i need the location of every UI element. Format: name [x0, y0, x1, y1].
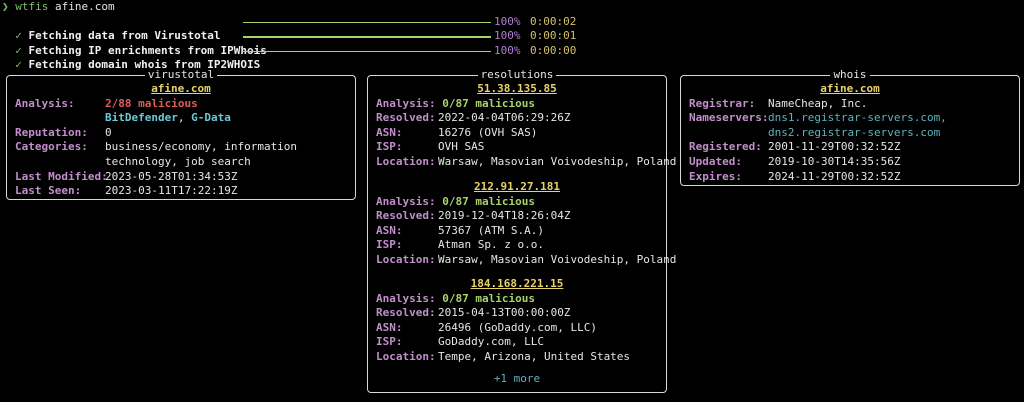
- updated-key: Updated:: [689, 155, 742, 168]
- progress-row-virustotal: ✓ Fetching data from Virustotal 100% 0:0…: [2, 14, 602, 43]
- registrar-key: Registrar:: [689, 96, 756, 110]
- resolved-key: Resolved:: [376, 209, 436, 223]
- asn-value: 57367 (ATM S.A.): [438, 223, 544, 237]
- location-key: Location:: [376, 350, 436, 363]
- updated-value: 2019-10-30T14:35:56Z: [768, 155, 901, 168]
- last-modified-value: 2023-05-28T01:34:53Z: [105, 169, 238, 183]
- progress-bar: [243, 21, 491, 24]
- categories-line: technology, job search: [105, 155, 251, 168]
- isp-value: OVH SAS: [438, 140, 485, 154]
- categories-line: business/economy, information: [105, 140, 298, 154]
- prompt-arrow-icon: ❯: [2, 0, 9, 13]
- progress-percent: 100%: [494, 29, 521, 43]
- progress-bar: [243, 36, 491, 38]
- nameservers-key: Nameservers:: [689, 111, 769, 125]
- more-results-label: +1 more: [493, 372, 541, 385]
- location-value: Warsaw, Masovian Voivodeship, Poland: [438, 253, 677, 266]
- progress-bar: [243, 50, 491, 53]
- engine-name: G-Data: [191, 111, 231, 125]
- expires-value: 2024-11-29T00:32:52Z: [768, 169, 901, 183]
- last-seen-key: Last Seen:: [15, 184, 82, 198]
- location-key: Location:: [376, 155, 436, 168]
- asn-value: 26496 (GoDaddy.com, LLC): [438, 320, 597, 334]
- domain-header: afine.com: [151, 82, 211, 95]
- shell-prompt: ❯ wtfis afine.com: [2, 0, 115, 15]
- analysis-key: Analysis:: [15, 96, 75, 110]
- registered-value: 2001-11-29T00:32:52Z: [768, 140, 901, 154]
- location-value: Warsaw, Masovian Voivodeship, Poland: [438, 155, 677, 168]
- nameserver-value: dns1.registrar-servers.com,: [768, 111, 947, 125]
- resolution-row: Analysis: 0/87 malicious: [376, 194, 535, 208]
- engine-list: BitDefender, G-Data: [105, 111, 231, 125]
- resolutions-panel: resolutions 51.38.135.85 Analysis: 0/87 …: [367, 68, 676, 393]
- asn-key: ASN:: [376, 320, 403, 334]
- progress-row-ipwhois: ✓ Fetching IP enrichments from IPWhois 1…: [2, 29, 602, 57]
- asn-key: ASN:: [376, 223, 403, 237]
- command-name: wtfis: [15, 0, 49, 13]
- progress-time: 0:00:02: [530, 14, 577, 28]
- panel-title: virustotal: [7, 68, 355, 82]
- progress-time: 0:00:00: [530, 43, 577, 57]
- isp-value: GoDaddy.com, LLC: [438, 335, 544, 349]
- progress-percent: 100%: [494, 43, 521, 57]
- resolved-value: 2019-12-04T18:26:04Z: [438, 209, 571, 223]
- analysis-value: 2/88 malicious: [105, 96, 198, 110]
- expires-key: Expires:: [689, 169, 742, 183]
- asn-value: 16276 (OVH SAS): [438, 125, 538, 139]
- whois-panel: whois afine.com Registrar: NameCheap, In…: [680, 68, 1020, 186]
- isp-key: ISP:: [376, 238, 403, 252]
- engine-name: BitDefender: [105, 111, 178, 125]
- resolved-key: Resolved:: [376, 306, 436, 320]
- isp-value: Atman Sp. z o.o.: [438, 238, 544, 252]
- isp-key: ISP:: [376, 140, 403, 154]
- progress-time: 0:00:01: [530, 29, 577, 43]
- reputation-key: Reputation:: [15, 125, 88, 139]
- registrar-value: NameCheap, Inc.: [768, 96, 868, 110]
- asn-key: ASN:: [376, 125, 403, 139]
- progress-percent: 100%: [494, 14, 521, 28]
- ip-header: 51.38.135.85: [477, 82, 557, 95]
- nameserver-value: dns2.registrar-servers.com: [768, 125, 941, 139]
- resolution-row: Analysis: 0/87 malicious: [376, 96, 535, 110]
- ip-header: 184.168.221.15: [470, 277, 564, 290]
- isp-key: ISP:: [376, 335, 403, 349]
- ip-header: 212.91.27.181: [473, 180, 561, 193]
- location-value: Tempe, Arizona, United States: [438, 350, 631, 363]
- panel-title: whois: [681, 68, 1019, 82]
- panel-title: resolutions: [368, 68, 666, 82]
- resolved-value: 2022-04-04T06:29:26Z: [438, 111, 571, 125]
- domain-header: afine.com: [820, 82, 880, 95]
- command-argument: afine.com: [55, 0, 115, 13]
- registered-key: Registered:: [689, 140, 762, 154]
- last-seen-value: 2023-03-11T17:22:19Z: [105, 184, 238, 198]
- virustotal-panel: virustotal afine.com Analysis: 2/88 mali…: [6, 68, 356, 200]
- resolved-value: 2015-04-13T00:00:00Z: [438, 306, 571, 320]
- categories-key: Categories:: [15, 140, 88, 154]
- reputation-value: 0: [105, 125, 112, 139]
- location-key: Location:: [376, 253, 436, 266]
- progress-row-ip2whois: ✓ Fetching domain whois from IP2WHOIS 10…: [2, 43, 602, 72]
- last-modified-key: Last Modified:: [15, 169, 108, 183]
- resolution-row: Analysis: 0/87 malicious: [376, 291, 535, 305]
- resolved-key: Resolved:: [376, 111, 436, 125]
